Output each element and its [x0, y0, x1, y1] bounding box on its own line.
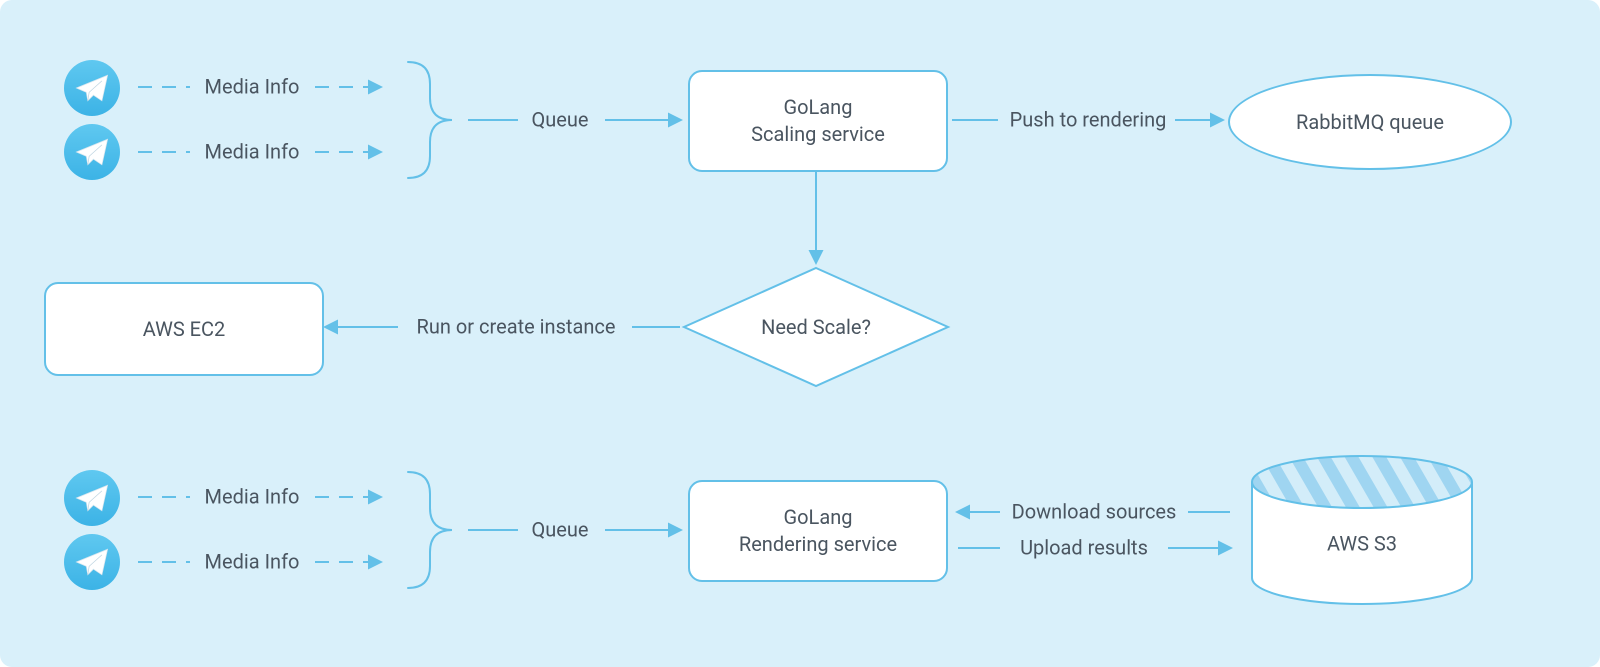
media-info-label: Media Info	[205, 549, 300, 576]
aws-ec2-box: AWS EC2	[44, 282, 324, 376]
decision-need-scale: Need Scale?	[684, 268, 948, 386]
run-create-label: Run or create instance	[417, 314, 616, 341]
download-sources-label: Download sources	[1012, 499, 1177, 526]
queue-label: Queue	[531, 517, 588, 544]
need-scale-label: Need Scale?	[761, 315, 871, 339]
telegram-icon	[64, 534, 120, 590]
media-info-label: Media Info	[205, 74, 300, 101]
golang-scaling-line1: GoLang	[784, 95, 853, 119]
queue-label: Queue	[531, 107, 588, 134]
golang-scaling-line2: Scaling service	[751, 122, 885, 146]
media-info-label: Media Info	[205, 139, 300, 166]
telegram-icon	[64, 124, 120, 180]
diagram-canvas: Media Info Media Info Media Info Media I…	[0, 0, 1600, 667]
brace-top	[408, 62, 452, 178]
media-info-label: Media Info	[205, 484, 300, 511]
brace-bottom	[408, 472, 452, 588]
push-rendering-label: Push to rendering	[1010, 107, 1167, 134]
golang-scaling-box: GoLang Scaling service	[688, 70, 948, 172]
golang-rendering-box: GoLang Rendering service	[688, 480, 948, 582]
telegram-icon	[64, 60, 120, 116]
upload-results-label: Upload results	[1020, 535, 1148, 562]
telegram-icon	[64, 470, 120, 526]
aws-s3-label: AWS S3	[1327, 531, 1397, 558]
rabbitmq-node: RabbitMQ queue	[1228, 74, 1512, 170]
rabbitmq-label: RabbitMQ queue	[1296, 110, 1444, 134]
golang-rendering-line1: GoLang	[784, 505, 853, 529]
golang-rendering-line2: Rendering service	[739, 532, 897, 556]
aws-ec2-label: AWS EC2	[143, 316, 226, 343]
